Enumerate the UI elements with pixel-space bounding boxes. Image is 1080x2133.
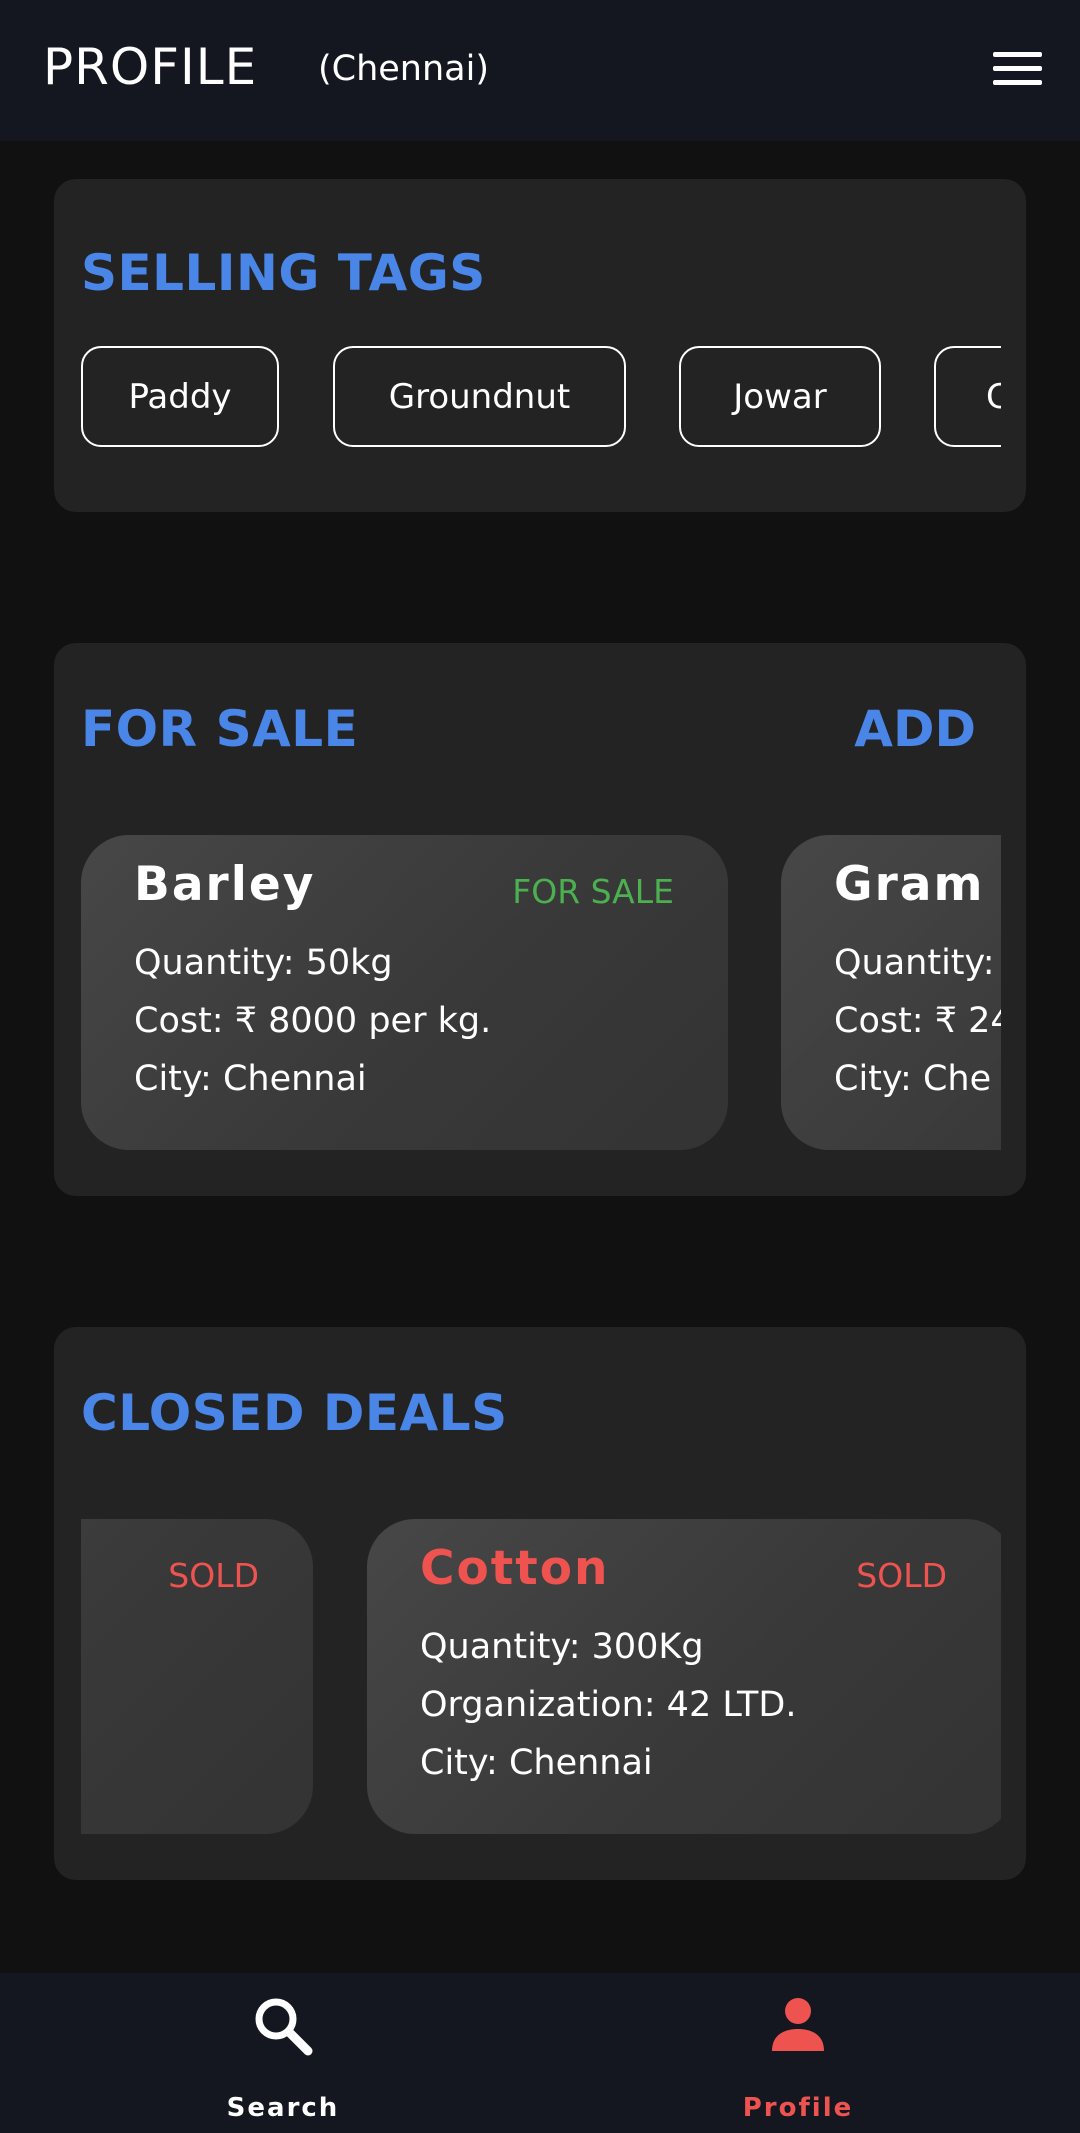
nav-search[interactable]: Search	[183, 1973, 383, 2133]
tag-chip-label: C	[986, 376, 1001, 417]
closed-deals-list[interactable]: SOLD Cotton SOLD Quantity: 300Kg Organiz…	[81, 1519, 1001, 1834]
closed-deals-card: CLOSED DEALS SOLD Cotton SOLD Quantity: …	[54, 1327, 1026, 1880]
hamburger-menu-icon[interactable]	[993, 52, 1042, 86]
tag-chip[interactable]: C	[934, 346, 1001, 447]
item-city: City: Chennai	[420, 1743, 653, 1783]
for-sale-card: FOR SALE ADD Barley FOR SALE Quantity: 5…	[54, 643, 1026, 1196]
nav-profile[interactable]: Profile	[698, 1973, 898, 2133]
item-name: Barley	[134, 857, 316, 912]
item-organization: Organization: 42 LTD.	[420, 1685, 797, 1725]
status-badge: SOLD	[168, 1556, 259, 1595]
for-sale-item[interactable]: Barley FOR SALE Quantity: 50kg Cost: ₹ 8…	[81, 835, 728, 1150]
nav-profile-label: Profile	[742, 2093, 854, 2123]
item-city: City: Che	[834, 1059, 992, 1099]
item-cost: Cost: ₹ 8000 per kg.	[134, 1001, 492, 1041]
for-sale-item[interactable]: Gram Quantity: Cost: ₹ 24 City: Che	[781, 835, 1001, 1150]
selling-tags-card: SELLING TAGS Paddy Groundnut Jowar C	[54, 179, 1026, 512]
tag-chip[interactable]: Groundnut	[333, 346, 626, 447]
closed-deals-title: CLOSED DEALS	[81, 1384, 508, 1442]
status-badge: FOR SALE	[512, 872, 674, 911]
status-badge: SOLD	[856, 1556, 947, 1595]
tag-chip[interactable]: Paddy	[81, 346, 279, 447]
page-title: PROFILE	[43, 38, 258, 96]
item-name: Cotton	[420, 1541, 610, 1596]
item-quantity: Quantity: 50kg	[134, 943, 393, 983]
item-cost: Cost: ₹ 24	[834, 1001, 1001, 1041]
tags-list[interactable]: Paddy Groundnut Jowar C	[81, 346, 1001, 450]
item-city: City: Chennai	[134, 1059, 367, 1099]
item-quantity: Quantity:	[834, 943, 995, 983]
closed-deal-item[interactable]: Cotton SOLD Quantity: 300Kg Organization…	[367, 1519, 1001, 1834]
nav-search-label: Search	[226, 2093, 340, 2123]
tag-chip[interactable]: Jowar	[679, 346, 881, 447]
add-button[interactable]: ADD	[854, 700, 976, 758]
closed-deal-item[interactable]: SOLD	[81, 1519, 313, 1834]
selling-tags-title: SELLING TAGS	[81, 244, 486, 302]
app-bar: PROFILE (Chennai)	[0, 0, 1080, 141]
item-quantity: Quantity: 300Kg	[420, 1627, 704, 1667]
for-sale-list[interactable]: Barley FOR SALE Quantity: 50kg Cost: ₹ 8…	[81, 835, 1001, 1150]
city-label: (Chennai)	[318, 49, 490, 89]
for-sale-title: FOR SALE	[81, 700, 359, 758]
bottom-navigation: Search Profile	[0, 1973, 1080, 2133]
item-name: Gram	[834, 857, 985, 912]
search-icon	[255, 1998, 313, 2056]
person-icon	[772, 1998, 824, 2051]
